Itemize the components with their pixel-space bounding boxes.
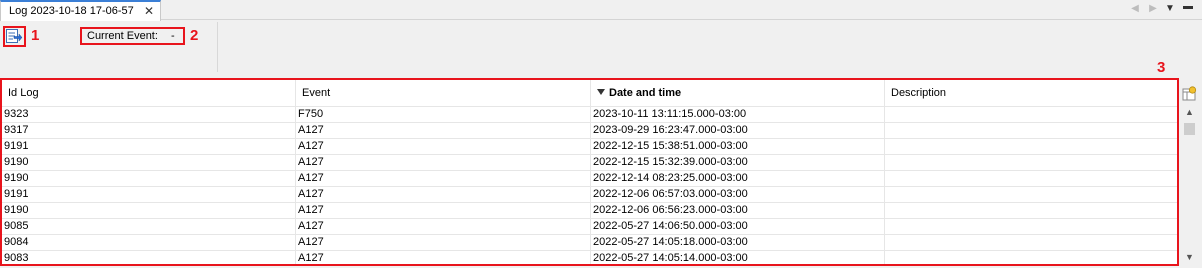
table-cell: 2022-12-15 15:38:51.000-03:00 [591, 139, 885, 155]
table-cell: 2022-05-27 14:05:14.000-03:00 [591, 251, 885, 264]
table-cell [885, 235, 1177, 251]
column-header-date-and-time[interactable]: Date and time [591, 80, 885, 107]
table-cell [885, 139, 1177, 155]
log-table: Id Log Event Date and time Description 9… [0, 78, 1179, 266]
tab-next-icon[interactable]: ▶ [1146, 3, 1160, 14]
table-cell [885, 251, 1177, 264]
table-row[interactable]: 9085 A127 2022-05-27 14:06:50.000-03:00 [2, 219, 1177, 235]
table-cell: 2023-10-11 13:11:15.000-03:00 [591, 107, 885, 123]
table-row[interactable]: 9191 A127 2022-12-06 06:57:03.000-03:00 [2, 187, 1177, 203]
table-cell: 9190 [2, 171, 296, 187]
table-row[interactable]: 9084 A127 2022-05-27 14:05:18.000-03:00 [2, 235, 1177, 251]
table-cell: 9323 [2, 107, 296, 123]
table-row[interactable]: 9190 A127 2022-12-15 15:32:39.000-03:00 [2, 155, 1177, 171]
table-row[interactable]: 9191 A127 2022-12-15 15:38:51.000-03:00 [2, 139, 1177, 155]
table-cell: A127 [296, 187, 591, 203]
table-cell: 9190 [2, 203, 296, 219]
table-header: Id Log Event Date and time Description [2, 80, 1177, 107]
table-cell: 2022-12-06 06:57:03.000-03:00 [591, 187, 885, 203]
tab-prev-icon[interactable]: ◀ [1128, 3, 1142, 14]
callout-3: 3 [1157, 59, 1166, 76]
table-cell: 2022-12-15 15:32:39.000-03:00 [591, 155, 885, 171]
column-header-label: Description [891, 87, 947, 99]
table-cell: F750 [296, 107, 591, 123]
table-cell [885, 171, 1177, 187]
table-cell: A127 [296, 139, 591, 155]
column-header-label: Event [302, 87, 331, 99]
table-row[interactable]: 9190 A127 2022-12-06 06:56:23.000-03:00 [2, 203, 1177, 219]
table-cell: A127 [296, 235, 591, 251]
table-cell: 9191 [2, 187, 296, 203]
table-cell: 2022-12-06 06:56:23.000-03:00 [591, 203, 885, 219]
tab-strip: Log 2023-10-18 17-06-57 ✕ ◀ ▶ ▼ ▬ [0, 0, 1202, 21]
column-header-event[interactable]: Event [296, 80, 591, 107]
export-button[interactable] [5, 28, 25, 48]
table-cell [885, 187, 1177, 203]
table-cell: A127 [296, 155, 591, 171]
column-header-label: Id Log [8, 87, 39, 99]
table-cell: 9317 [2, 123, 296, 139]
column-header-id-log[interactable]: Id Log [2, 80, 296, 107]
column-header-label: Date and time [609, 87, 682, 99]
scroll-thumb[interactable] [1184, 123, 1195, 135]
table-cell [885, 219, 1177, 235]
table-cell [885, 155, 1177, 171]
tab-title: Log 2023-10-18 17-06-57 [9, 5, 134, 17]
table-cell: A127 [296, 171, 591, 187]
toolbar-separator [217, 22, 218, 72]
tab-menu-icon[interactable]: ▼ [1163, 3, 1177, 14]
table-cell [885, 123, 1177, 139]
callout-2: 2 [190, 27, 199, 44]
column-chooser-button[interactable] [1181, 86, 1197, 102]
current-event-box: Current Event: - [80, 27, 185, 45]
table-cell: 2023-09-29 16:23:47.000-03:00 [591, 123, 885, 139]
table-cell: 9191 [2, 139, 296, 155]
table-cell: 9084 [2, 235, 296, 251]
sort-descending-icon [597, 89, 605, 96]
close-icon[interactable]: ✕ [142, 4, 156, 18]
current-event-label: Current Event: [87, 30, 158, 42]
table-row[interactable]: 9190 A127 2022-12-14 08:23:25.000-03:00 [2, 171, 1177, 187]
table-cell [885, 107, 1177, 123]
table-cell: A127 [296, 219, 591, 235]
scroll-down-icon[interactable]: ▼ [1181, 249, 1198, 266]
callout-1: 1 [31, 27, 40, 44]
table-cell: A127 [296, 123, 591, 139]
table-row[interactable]: 9083 A127 2022-05-27 14:05:14.000-03:00 [2, 251, 1177, 264]
column-header-description[interactable]: Description [885, 80, 1177, 107]
tab-log[interactable]: Log 2023-10-18 17-06-57 ✕ [0, 0, 161, 21]
table-row[interactable]: 9317 A127 2023-09-29 16:23:47.000-03:00 [2, 123, 1177, 139]
table-body: 9323 F750 2023-10-11 13:11:15.000-03:00 931… [2, 107, 1177, 264]
table-cell: 2022-05-27 14:06:50.000-03:00 [591, 219, 885, 235]
table-cell: 2022-12-14 08:23:25.000-03:00 [591, 171, 885, 187]
table-cell: 9085 [2, 219, 296, 235]
table-cell: 9083 [2, 251, 296, 264]
column-chooser-icon [1182, 86, 1197, 101]
table-cell: A127 [296, 203, 591, 219]
vertical-scrollbar[interactable]: ▲ ▼ [1181, 104, 1198, 266]
table-cell: A127 [296, 251, 591, 264]
table-cell: 2022-05-27 14:05:18.000-03:00 [591, 235, 885, 251]
export-icon [6, 29, 23, 43]
table-row[interactable]: 9323 F750 2023-10-11 13:11:15.000-03:00 [2, 107, 1177, 123]
table-cell: 9190 [2, 155, 296, 171]
minimize-icon[interactable]: ▬ [1181, 1, 1195, 12]
scroll-up-icon[interactable]: ▲ [1181, 104, 1198, 121]
table-cell [885, 203, 1177, 219]
current-event-value: - [171, 30, 175, 42]
